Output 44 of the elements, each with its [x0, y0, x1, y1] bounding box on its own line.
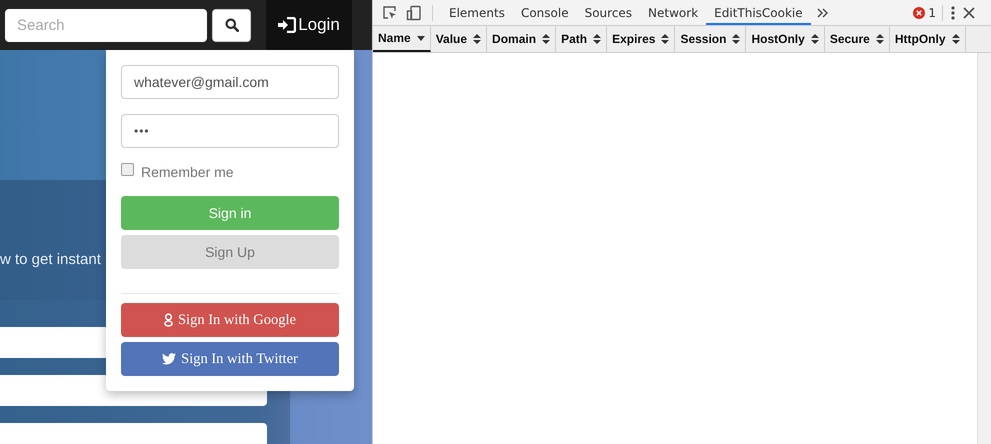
devtools-tab[interactable]: Sources	[576, 0, 640, 25]
column-header[interactable]: Session	[675, 26, 746, 52]
column-header[interactable]: HttpOnly	[890, 26, 966, 52]
device-icon[interactable]	[406, 4, 422, 20]
column-header[interactable]: Value	[430, 26, 488, 52]
devtools-tab[interactable]: Network	[640, 0, 706, 25]
sort-icon	[952, 34, 960, 44]
devtools-tab[interactable]: Elements	[441, 0, 513, 25]
error-count[interactable]: 1	[928, 6, 936, 20]
close-icon[interactable]	[963, 6, 975, 18]
sort-icon	[473, 34, 482, 44]
devtools-tab[interactable]: Console	[512, 0, 577, 25]
sort-icon	[810, 34, 819, 44]
login-link[interactable]: Login	[266, 0, 352, 50]
column-header[interactable]: Secure	[824, 26, 890, 52]
sort-icon	[876, 34, 884, 44]
bird-icon	[162, 353, 176, 365]
menu-icon[interactable]	[951, 6, 955, 20]
column-header[interactable]: Domain	[487, 26, 556, 52]
more-tabs-icon[interactable]	[816, 6, 829, 18]
inspect-icon[interactable]	[382, 4, 398, 20]
column-header[interactable]: Expires	[607, 26, 676, 52]
google-sign-in-button[interactable]: Sign In with Google	[121, 303, 339, 337]
hero-text: w to get instant	[0, 250, 101, 268]
sort-icon	[661, 34, 670, 44]
scrollbar[interactable]	[977, 53, 991, 444]
sort-icon	[542, 34, 550, 44]
twitter-sign-in-button[interactable]: Sign In with Twitter	[121, 342, 339, 376]
search-button[interactable]	[212, 8, 251, 42]
password-field[interactable]: •••	[121, 114, 339, 148]
login-icon	[278, 17, 296, 33]
remember-label: Remember me	[141, 164, 234, 180]
remember-checkbox[interactable]	[121, 162, 134, 176]
search-icon	[224, 18, 238, 32]
column-header[interactable]: Path	[556, 26, 608, 52]
error-icon	[913, 6, 926, 18]
email-field[interactable]: whatever@gmail.com	[121, 65, 339, 99]
google-icon	[164, 313, 173, 327]
sort-down-icon	[416, 36, 425, 40]
column-header[interactable]: Name	[373, 26, 431, 52]
sort-icon	[593, 34, 602, 44]
column-header[interactable]: HostOnly	[746, 26, 825, 52]
search-field[interactable]: Search	[5, 8, 207, 42]
sort-icon	[732, 34, 740, 44]
